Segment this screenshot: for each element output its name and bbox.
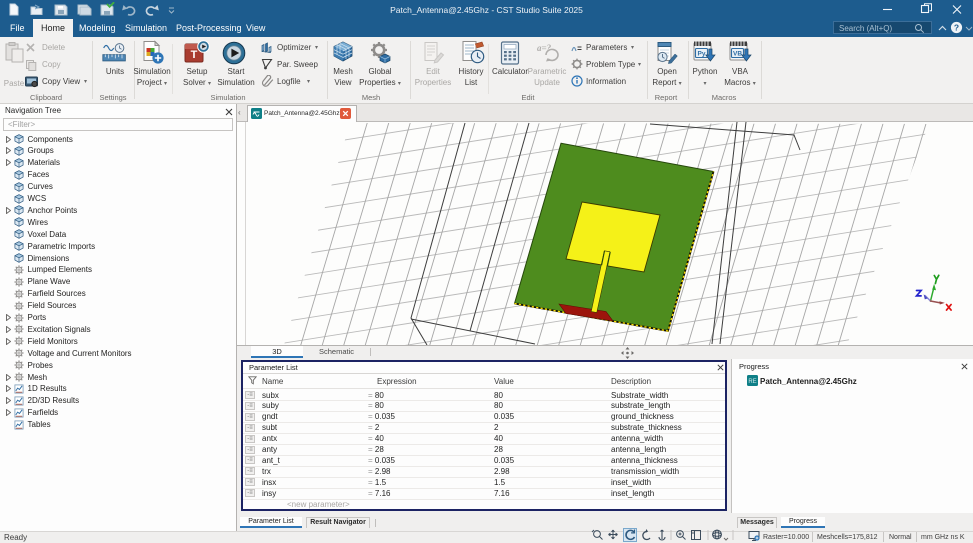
svg-text:Py: Py [698, 51, 706, 58]
svg-text:?: ? [954, 22, 959, 32]
svg-text:VB: VB [733, 51, 742, 58]
svg-text:T: T [191, 49, 198, 61]
svg-text:RE: RE [748, 379, 756, 385]
svg-text:a=?: a=? [537, 43, 552, 53]
